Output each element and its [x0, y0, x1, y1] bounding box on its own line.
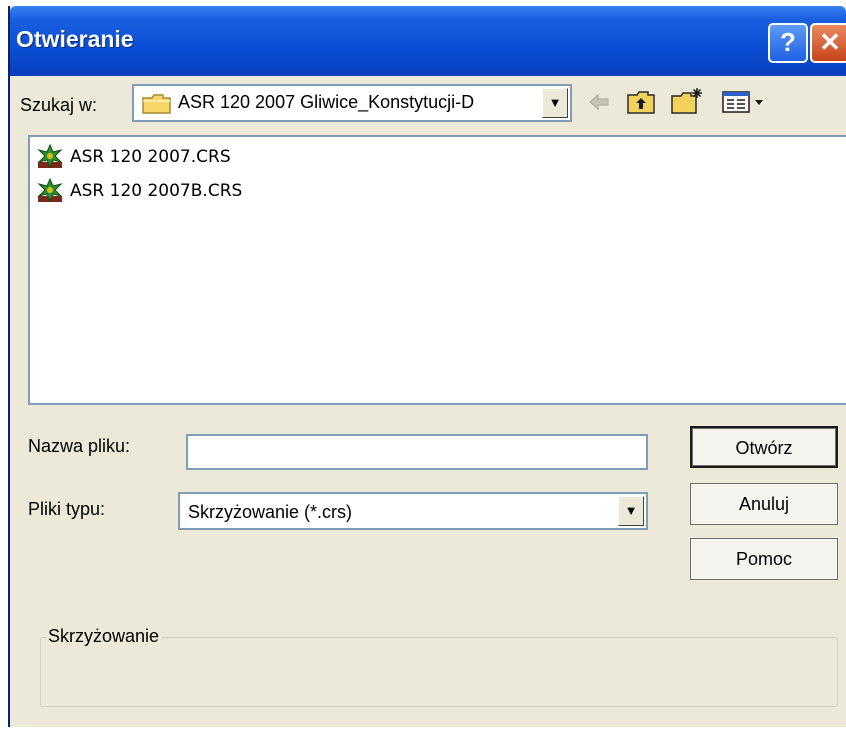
file-type-value: Skrzyżowanie (*.crs) — [188, 502, 353, 522]
chevron-down-icon: ▼ — [624, 503, 638, 518]
back-arrow-icon[interactable] — [586, 90, 612, 114]
file-name: ASR 120 2007.CRS — [70, 147, 231, 167]
look-in-label: Szukaj w: — [20, 95, 98, 115]
look-in-dropdown-button[interactable]: ▼ — [542, 88, 568, 118]
look-in-combo[interactable]: ASR 120 2007 Gliwice_Konstytucji-D ▼ — [132, 84, 572, 122]
close-icon: ✕ — [819, 27, 841, 57]
open-button[interactable]: Otwórz — [690, 426, 838, 468]
title-bar[interactable]: Otwieranie ? ✕ — [10, 6, 846, 76]
crs-file-icon — [37, 143, 63, 169]
close-button[interactable]: ✕ — [810, 23, 846, 63]
folder-icon — [142, 94, 171, 114]
file-type-label: Pliki typu: — [28, 499, 106, 519]
new-folder-icon[interactable] — [670, 86, 704, 116]
question-icon: ? — [780, 27, 796, 57]
file-list[interactable]: ASR 120 2007.CRS ASR 120 2007B.CRS — [28, 135, 846, 405]
file-name-input[interactable] — [186, 434, 648, 470]
file-name-label: Nazwa pliku: — [28, 436, 131, 456]
file-type-combo[interactable]: Skrzyżowanie (*.crs) ▼ — [178, 492, 648, 530]
file-list-item[interactable]: ASR 120 2007B.CRS — [36, 176, 242, 206]
file-name: ASR 120 2007B.CRS — [70, 181, 243, 201]
help-title-button[interactable]: ? — [768, 23, 808, 63]
groupbox-legend: Skrzyżowanie — [46, 626, 162, 647]
file-type-dropdown-button[interactable]: ▼ — [618, 496, 644, 526]
up-folder-icon[interactable] — [626, 88, 656, 116]
open-dialog: Otwieranie ? ✕ Szukaj w: ASR 120 2007 Gl… — [8, 6, 846, 727]
help-button[interactable]: Pomoc — [690, 538, 838, 580]
cancel-button[interactable]: Anuluj — [690, 483, 838, 525]
window-title: Otwieranie — [16, 26, 134, 52]
view-menu-icon[interactable] — [722, 90, 766, 114]
chevron-down-icon: ▼ — [548, 95, 562, 110]
crs-file-icon — [37, 177, 63, 203]
look-in-value: ASR 120 2007 Gliwice_Konstytucji-D — [178, 92, 475, 112]
file-list-item[interactable]: ASR 120 2007.CRS — [36, 142, 231, 172]
preview-groupbox — [40, 637, 838, 707]
